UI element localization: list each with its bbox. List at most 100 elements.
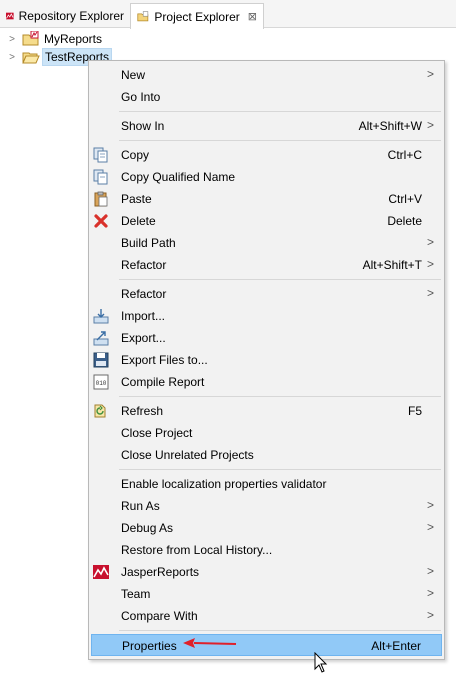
menu-item-paste[interactable]: Paste Ctrl+V (91, 188, 442, 210)
menu-item-properties[interactable]: Properties Alt+Enter (91, 634, 442, 656)
copy-icon (93, 147, 108, 163)
chevron-right-icon: > (426, 564, 434, 578)
chevron-right-icon: > (426, 67, 434, 81)
project-folder-open-icon (22, 49, 40, 65)
menu-item-label: Debug As (121, 521, 174, 535)
menu-item-go-into[interactable]: Go Into (91, 86, 442, 108)
menu-item-label: Restore from Local History... (121, 543, 273, 557)
menu-item-shortcut: Ctrl+V (388, 192, 422, 206)
mouse-cursor-icon (314, 652, 328, 673)
project-explorer-icon (137, 10, 149, 21)
menu-item-shortcut: F5 (407, 404, 422, 418)
menu-separator (119, 111, 441, 112)
annotation-arrow-icon (183, 638, 237, 648)
chevron-right-icon[interactable]: > (6, 52, 18, 63)
menu-separator (119, 469, 441, 470)
close-icon[interactable]: ⊠ (248, 10, 257, 23)
menu-item-export[interactable]: Export... (91, 327, 442, 349)
menu-item-compare-with[interactable]: Compare With > (91, 605, 442, 627)
menu-item-label: Export... (121, 331, 166, 345)
menu-item-label: Close Project (121, 426, 193, 440)
menu-item-label: Refactor (121, 287, 167, 301)
menu-item-label: Copy (121, 148, 150, 162)
menu-item-label: Show In (121, 119, 165, 133)
tab-project-explorer[interactable]: Project Explorer ⊠ (130, 3, 264, 29)
tab-label: Project Explorer (154, 9, 240, 24)
menu-item-label: Properties (122, 639, 177, 653)
menu-separator (119, 140, 441, 141)
menu-item-label: Close Unrelated Projects (121, 448, 254, 462)
menu-item-label: Paste (121, 192, 152, 206)
menu-item-label: Build Path (121, 236, 176, 250)
menu-item-shortcut: Alt+Shift+T (362, 258, 422, 272)
project-folder-icon (22, 30, 40, 47)
chevron-right-icon: > (426, 257, 434, 271)
menu-item-label: Run As (121, 499, 160, 513)
menu-item-refactor-2[interactable]: Refactor > (91, 283, 442, 305)
menu-item-show-in[interactable]: Show In Alt+Shift+W > (91, 115, 442, 137)
chevron-right-icon: > (426, 118, 434, 132)
menu-item-label: Go Into (121, 90, 161, 104)
menu-item-import[interactable]: Import... (91, 305, 442, 327)
paste-icon (94, 191, 108, 207)
refresh-icon (94, 404, 106, 418)
svg-text:010: 010 (96, 380, 107, 387)
menu-item-shortcut: Delete (387, 214, 422, 228)
menu-item-delete[interactable]: Delete Delete (91, 210, 442, 232)
chevron-right-icon: > (426, 498, 434, 512)
menu-item-shortcut: Alt+Enter (371, 639, 421, 653)
menu-item-restore-from-local-history[interactable]: Restore from Local History... (91, 539, 442, 561)
menu-separator (119, 630, 441, 631)
export-icon (93, 331, 109, 346)
delete-icon (94, 214, 108, 228)
menu-item-label: Copy Qualified Name (121, 170, 236, 184)
tab-label: Repository Explorer (18, 8, 124, 23)
menu-item-label: Enable localization properties validator (121, 477, 327, 491)
import-icon (93, 309, 109, 324)
jasper-logo-icon (93, 565, 109, 579)
menu-item-export-files-to[interactable]: Export Files to... (91, 349, 442, 371)
menu-item-label: JasperReports (121, 565, 200, 579)
menu-item-label: Import... (121, 309, 166, 323)
menu-item-label: Refactor (121, 258, 167, 272)
menu-item-label: Compare With (121, 609, 198, 623)
chevron-right-icon: > (426, 235, 434, 249)
menu-item-copy[interactable]: Copy Ctrl+C (91, 144, 442, 166)
menu-item-label: Refresh (121, 404, 164, 418)
menu-item-close-project[interactable]: Close Project (91, 422, 442, 444)
menu-item-new[interactable]: New > (91, 64, 442, 86)
menu-item-label: Compile Report (121, 375, 205, 389)
menu-item-copy-qualified-name[interactable]: Copy Qualified Name (91, 166, 442, 188)
menu-item-label: Delete (121, 214, 156, 228)
menu-item-run-as[interactable]: Run As > (91, 495, 442, 517)
chevron-right-icon: > (426, 520, 434, 534)
menu-item-shortcut: Alt+Shift+W (358, 119, 422, 133)
menu-item-label: Export Files to... (121, 353, 208, 367)
menu-separator (119, 279, 441, 280)
context-menu: New > Go Into Show In Alt+Shift+W > Copy… (88, 60, 445, 660)
menu-item-jasperreports[interactable]: JasperReports > (91, 561, 442, 583)
menu-item-label: New (121, 68, 146, 82)
menu-item-refresh[interactable]: Refresh F5 (91, 400, 442, 422)
save-disk-icon (93, 352, 109, 368)
menu-separator (119, 396, 441, 397)
menu-item-shortcut: Ctrl+C (387, 148, 422, 162)
menu-item-refactor[interactable]: Refactor Alt+Shift+T > (91, 254, 442, 276)
copy-qualified-name-icon (93, 169, 108, 185)
chevron-right-icon: > (426, 286, 434, 300)
tab-repository-explorer[interactable]: Repository Explorer (0, 3, 130, 28)
menu-item-enable-localization-validator[interactable]: Enable localization properties validator (91, 473, 442, 495)
tree-item-myreports[interactable]: > MyReports (6, 30, 104, 48)
jasper-logo-icon (6, 12, 14, 19)
menu-item-debug-as[interactable]: Debug As > (91, 517, 442, 539)
tree-item-label: MyReports (44, 32, 103, 46)
menu-item-team[interactable]: Team > (91, 583, 442, 605)
menu-item-close-unrelated-projects[interactable]: Close Unrelated Projects (91, 444, 442, 466)
chevron-right-icon: > (426, 586, 434, 600)
chevron-right-icon[interactable]: > (6, 34, 18, 45)
menu-item-label: Team (121, 587, 151, 601)
chevron-right-icon: > (426, 608, 434, 622)
compile-icon: 010 (93, 374, 109, 390)
menu-item-build-path[interactable]: Build Path > (91, 232, 442, 254)
menu-item-compile-report[interactable]: 010 Compile Report (91, 371, 442, 393)
